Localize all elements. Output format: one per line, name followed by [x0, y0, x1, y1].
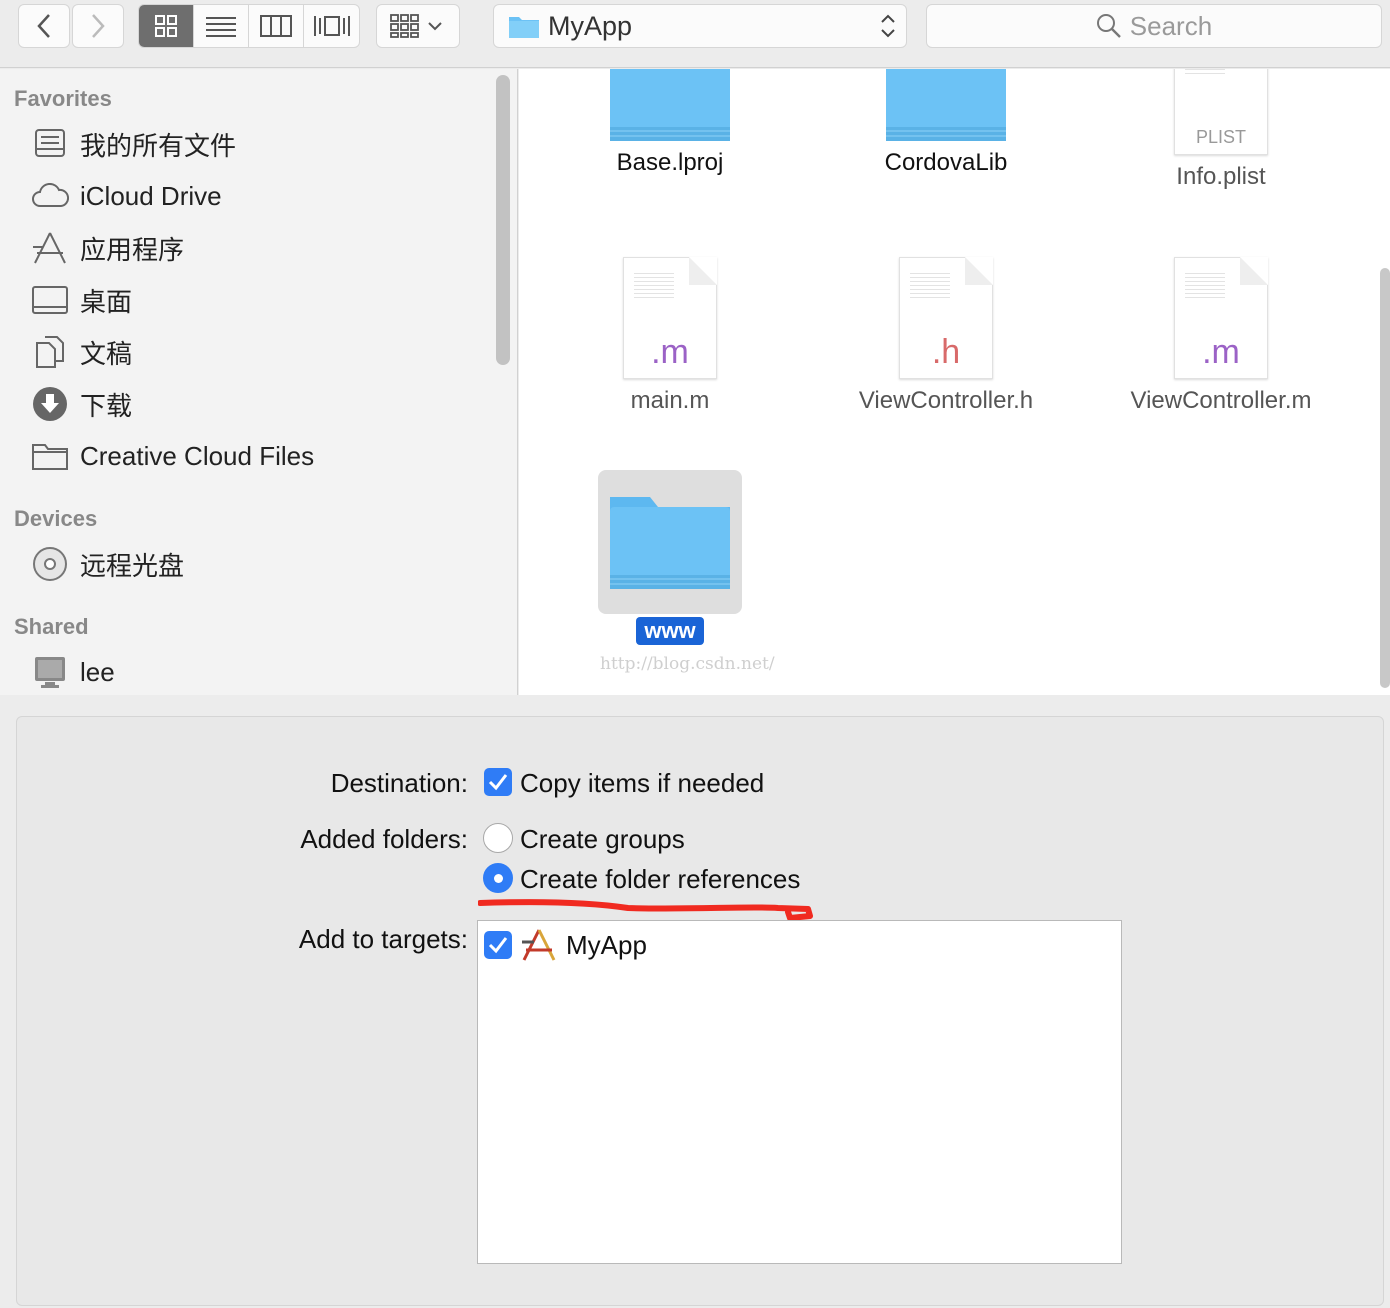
- app-target-icon: [522, 929, 556, 961]
- m-file-icon: .m: [1174, 257, 1268, 379]
- copy-items-checkbox[interactable]: [484, 768, 512, 796]
- file-item-main-m[interactable]: .m main.m: [550, 257, 790, 415]
- sidebar-item-label: 下载: [80, 390, 133, 421]
- list-view-icon: [206, 17, 236, 37]
- plist-file-icon: PLIST: [1174, 69, 1268, 155]
- view-mode-control: [138, 4, 360, 48]
- shared-heading: Shared: [14, 614, 89, 639]
- documents-icon: [30, 334, 70, 370]
- destination-label: Destination:: [330, 768, 468, 798]
- target-row[interactable]: MyApp: [484, 929, 647, 961]
- add-to-targets-label: Add to targets:: [298, 924, 468, 954]
- file-item-www[interactable]: www: [550, 493, 790, 645]
- updown-chevron-icon: [881, 14, 895, 38]
- back-button[interactable]: [18, 4, 70, 48]
- sidebar-item-desktop[interactable]: 桌面: [30, 280, 132, 320]
- sidebar-item-label: 我的所有文件: [80, 130, 237, 161]
- arrange-icon: [390, 14, 442, 38]
- file-name: CordovaLib: [884, 149, 1008, 176]
- sidebar-item-label: Creative Cloud Files: [80, 440, 315, 471]
- target-name: MyApp: [566, 929, 647, 960]
- chevron-left-icon: [37, 14, 50, 38]
- sidebar-item-label: iCloud Drive: [80, 180, 222, 211]
- file-extension: PLIST: [1195, 127, 1247, 147]
- file-item-cordovalib[interactable]: CordovaLib: [826, 69, 1066, 177]
- file-item-viewcontroller-h[interactable]: .h ViewController.h: [826, 257, 1066, 415]
- path-title: MyApp: [548, 10, 633, 41]
- search-field[interactable]: Search: [926, 4, 1382, 48]
- sidebar-item-label: 桌面: [80, 286, 133, 317]
- applications-icon: [30, 230, 70, 266]
- file-view-scrollbar[interactable]: [1380, 268, 1390, 688]
- added-folders-label: Added folders:: [300, 824, 468, 854]
- toolbar: MyApp Search: [0, 0, 1390, 68]
- file-extension: .h: [931, 333, 961, 371]
- folder-icon: [610, 69, 730, 141]
- forward-button[interactable]: [72, 4, 124, 48]
- red-underline-annotation: [478, 899, 813, 921]
- copy-items-label[interactable]: Copy items if needed: [520, 768, 764, 799]
- column-view-icon: [260, 15, 292, 37]
- sidebar-item-icloud-drive[interactable]: iCloud Drive: [30, 176, 222, 216]
- file-name: Base.lproj: [616, 149, 724, 176]
- file-item-info-plist[interactable]: PLIST Info.plist: [1101, 69, 1341, 191]
- sidebar-item-label: 应用程序: [80, 234, 185, 265]
- target-checkbox[interactable]: [484, 931, 512, 959]
- cover-flow-button[interactable]: [304, 5, 359, 47]
- all-files-icon: [30, 126, 70, 162]
- sidebar-item-applications[interactable]: 应用程序: [30, 228, 184, 268]
- create-folder-references-label[interactable]: Create folder references: [520, 864, 800, 895]
- file-extension: .m: [651, 333, 689, 371]
- search-icon: [1096, 14, 1121, 38]
- create-groups-radio[interactable]: [483, 823, 513, 853]
- icon-view-icon: [155, 15, 177, 37]
- path-popup[interactable]: MyApp: [493, 4, 907, 48]
- file-item-viewcontroller-m[interactable]: .m ViewController.m: [1101, 257, 1341, 415]
- watermark: http://blog.csdn.net/: [600, 654, 775, 674]
- cloud-icon: [30, 178, 70, 214]
- file-name-selected: www: [636, 617, 704, 645]
- sidebar-item-label: 远程光盘: [80, 550, 185, 581]
- create-groups-label[interactable]: Create groups: [520, 824, 685, 855]
- sidebar-item-lee[interactable]: lee: [30, 652, 115, 692]
- devices-heading: Devices: [14, 506, 98, 531]
- targets-list: MyApp: [477, 920, 1122, 1264]
- file-item-base-lproj[interactable]: Base.lproj: [550, 69, 790, 177]
- checkmark-icon: [488, 937, 508, 954]
- sidebar-item-remote-disc[interactable]: 远程光盘: [30, 544, 184, 584]
- file-name: main.m: [630, 387, 710, 414]
- create-folder-references-radio[interactable]: [483, 863, 513, 893]
- computer-icon: [30, 654, 70, 690]
- search-placeholder: Search: [1129, 10, 1213, 41]
- icon-view-button[interactable]: [139, 5, 194, 47]
- sidebar-item-downloads[interactable]: 下载: [30, 384, 132, 424]
- list-view-button[interactable]: [194, 5, 249, 47]
- sidebar: Favorites 我的所有文件 iCloud Drive 应用程序 桌面 文稿: [0, 69, 518, 695]
- chevron-right-icon: [92, 14, 105, 38]
- sidebar-item-creative-cloud-files[interactable]: Creative Cloud Files: [30, 436, 314, 476]
- sidebar-item-documents[interactable]: 文稿: [30, 332, 132, 372]
- sidebar-item-label: lee: [80, 656, 115, 687]
- column-view-button[interactable]: [249, 5, 304, 47]
- sidebar-scrollbar[interactable]: [496, 75, 510, 365]
- cover-flow-icon: [313, 16, 350, 36]
- folder-icon: [509, 17, 539, 38]
- sidebar-item-all-files[interactable]: 我的所有文件: [30, 124, 236, 164]
- folder-icon: [30, 438, 70, 474]
- file-name: Info.plist: [1176, 163, 1266, 190]
- arrange-button[interactable]: [376, 4, 460, 48]
- remote-disc-icon: [30, 546, 70, 582]
- downloads-icon: [30, 386, 70, 422]
- sidebar-item-label: 文稿: [80, 338, 133, 369]
- folder-icon: [886, 69, 1006, 141]
- file-name: ViewController.h: [858, 387, 1034, 414]
- checkmark-icon: [488, 774, 508, 791]
- m-file-icon: .m: [623, 257, 717, 379]
- h-file-icon: .h: [899, 257, 993, 379]
- desktop-icon: [30, 282, 70, 318]
- favorites-heading: Favorites: [14, 86, 112, 111]
- folder-icon: [609, 493, 731, 589]
- file-name: ViewController.m: [1130, 387, 1312, 414]
- file-extension: .m: [1202, 333, 1240, 371]
